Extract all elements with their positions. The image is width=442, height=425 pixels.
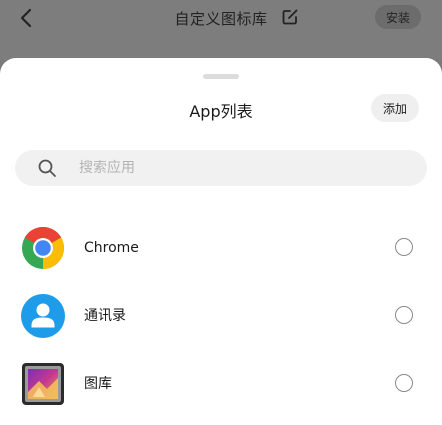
edit-button[interactable] — [281, 8, 299, 26]
search-bar[interactable] — [15, 150, 427, 186]
app-name: Chrome — [84, 240, 139, 256]
chrome-icon — [22, 226, 65, 269]
install-button[interactable]: 安装 — [375, 5, 421, 29]
app-item-chrome[interactable]: Chrome — [0, 216, 442, 280]
drag-handle[interactable] — [203, 74, 239, 79]
app-item-contacts[interactable]: 通讯录 — [0, 284, 442, 348]
edit-icon — [282, 9, 298, 25]
app-name: 通讯录 — [84, 308, 126, 324]
search-icon — [38, 159, 56, 177]
add-button[interactable]: 添加 — [371, 94, 419, 122]
app-list-sheet: App列表 添加 Chrome 通讯录 — [0, 58, 442, 425]
gallery-icon — [22, 363, 64, 405]
app-name: 图库 — [84, 376, 112, 392]
app-item-gallery[interactable]: 图库 — [0, 352, 442, 416]
select-radio[interactable] — [395, 306, 413, 324]
top-bar: 自定义图标库 安装 — [0, 0, 442, 60]
select-radio[interactable] — [395, 238, 413, 256]
search-input[interactable] — [79, 150, 399, 186]
contacts-icon — [21, 294, 65, 338]
select-radio[interactable] — [395, 374, 413, 392]
